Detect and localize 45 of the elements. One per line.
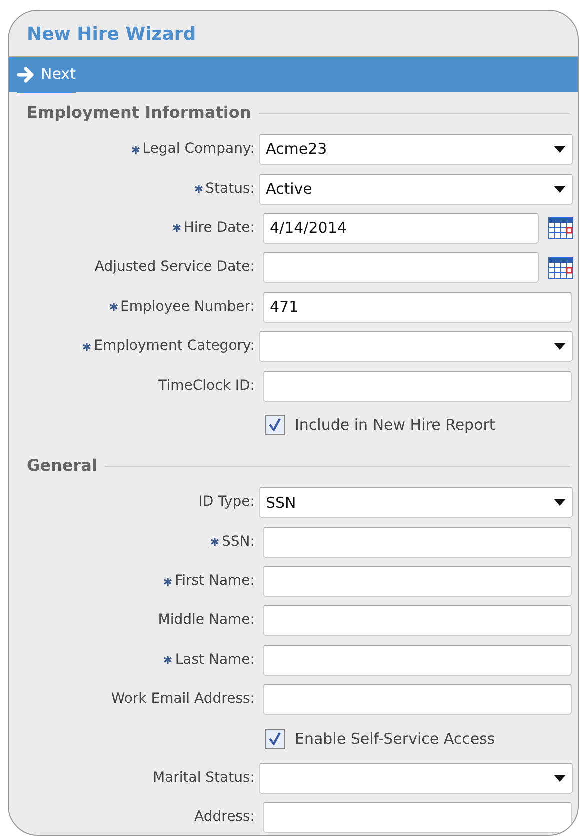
select-field[interactable]: SSN: [259, 487, 573, 518]
input-field[interactable]: [263, 644, 572, 676]
window-title: New Hire Wizard: [26, 23, 198, 47]
caret-icon: [554, 343, 566, 350]
field-label: Status:: [206, 180, 255, 199]
arrow-icon: [17, 66, 37, 84]
section-title: Employment Information: [27, 102, 252, 124]
section-title: General: [27, 455, 98, 478]
select-field[interactable]: [259, 763, 573, 794]
input-field[interactable]: 471: [263, 292, 572, 323]
input-field[interactable]: [263, 605, 572, 636]
date-field[interactable]: 4/14/2014: [263, 212, 539, 244]
field-label: Middle Name:: [158, 611, 255, 630]
caret-icon: [554, 775, 566, 782]
calendar-icon[interactable]: [548, 256, 574, 280]
select-field[interactable]: Active: [259, 174, 573, 205]
field-label: Employment Category:: [94, 337, 255, 356]
input-field[interactable]: [263, 802, 572, 834]
calendar-icon[interactable]: [548, 216, 574, 240]
caret-icon: [554, 186, 566, 193]
field-label: Last Name:: [175, 650, 255, 670]
caret-icon: [554, 146, 566, 154]
checkbox[interactable]: [265, 415, 285, 436]
input-field[interactable]: [263, 526, 572, 558]
input-field[interactable]: [263, 370, 572, 402]
checkbox-label: Enable Self-Service Access: [295, 728, 496, 750]
field-label: Work Email Address:: [111, 690, 255, 710]
field-label: ID Type:: [198, 493, 255, 512]
field-label: Hire Date:: [184, 218, 255, 238]
field-label: Employee Number:: [120, 298, 255, 317]
field-label: SSN:: [222, 532, 255, 552]
field-label: Address:: [194, 808, 255, 828]
checkbox[interactable]: [265, 729, 285, 750]
field-label: TimeClock ID:: [158, 376, 255, 396]
field-label: Adjusted Service Date:: [94, 258, 255, 278]
field-label: First Name:: [175, 572, 255, 592]
field-label: Legal Company:: [142, 140, 255, 160]
checkbox-label: Include in New Hire Report: [295, 415, 496, 436]
input-field[interactable]: [263, 684, 572, 716]
input-field[interactable]: [263, 566, 572, 598]
field-label: Marital Status:: [152, 769, 255, 788]
select-field[interactable]: Acme23: [259, 134, 573, 166]
select-field[interactable]: [259, 331, 573, 362]
date-field[interactable]: [263, 252, 539, 284]
caret-icon: [554, 499, 566, 506]
